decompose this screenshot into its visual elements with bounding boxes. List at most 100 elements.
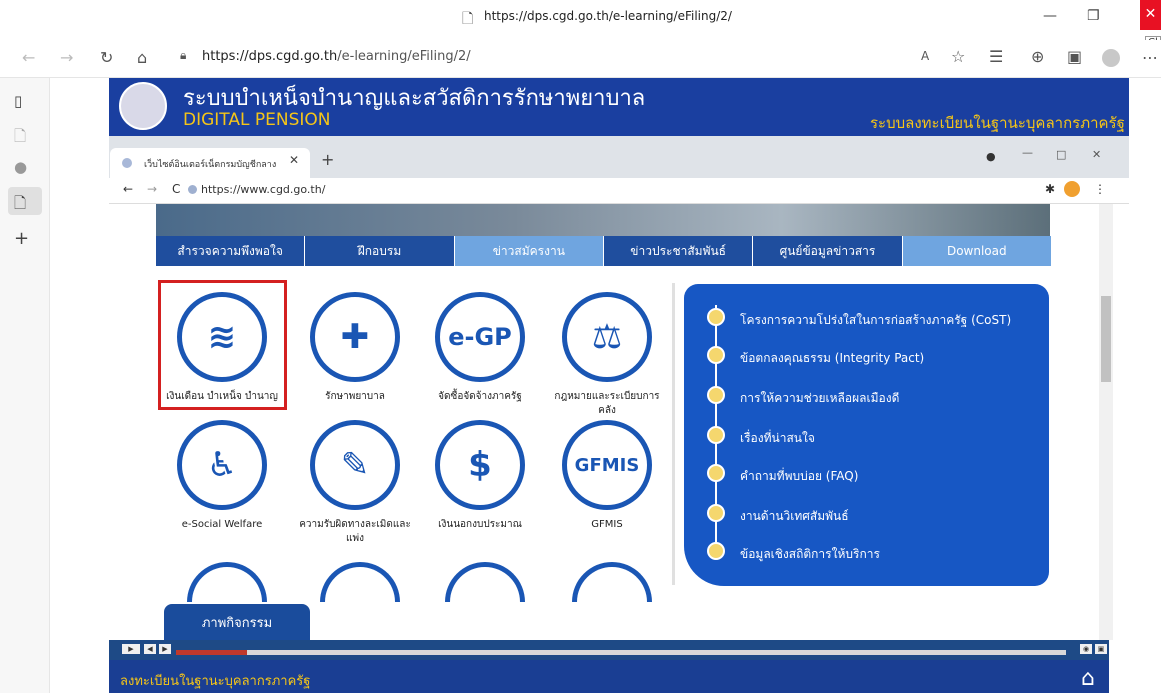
law-scale-icon: ⚖ [562, 292, 652, 382]
close-button[interactable]: ✕ [1140, 0, 1161, 30]
back-icon[interactable]: ← [22, 48, 35, 67]
budget-icon: $ [435, 420, 525, 510]
hero-image [156, 204, 1050, 236]
profile-icon[interactable] [1102, 49, 1120, 67]
next-icon[interactable]: ▶ [159, 644, 171, 654]
inner-profile-icon[interactable] [1064, 181, 1080, 197]
volume-icon[interactable]: ◉ [1080, 644, 1092, 654]
page-icon: 🗋 [462, 11, 474, 27]
more-icon[interactable]: ⋯ [1142, 48, 1158, 67]
screenshot-icon[interactable]: ▣ [1067, 47, 1082, 66]
collections-icon[interactable]: ⊕ [1031, 47, 1044, 66]
inner-forward-icon[interactable]: → [147, 182, 157, 196]
read-aloud-icon[interactable]: A [921, 49, 929, 63]
link-faq[interactable]: คำถามที่พบบ่อย (FAQ) [740, 467, 858, 486]
welfare-icon: ♿ [177, 420, 267, 510]
bullet-icon [707, 386, 725, 404]
inner-back-icon[interactable]: ← [123, 182, 133, 196]
inner-tab[interactable]: เว็บไซต์อินเตอร์เน็ตกรมบัญชีกลาง [110, 148, 310, 178]
tab-favicon-icon [122, 158, 132, 168]
service-label: ความรับผิดทางละเมิดและแพ่ง [299, 519, 411, 544]
activity-tab[interactable]: ภาพกิจกรรม [164, 604, 310, 640]
tab-actions-icon[interactable]: ▯ [14, 92, 22, 110]
bullet-icon [707, 464, 725, 482]
bullet-icon [707, 308, 725, 326]
service-budget[interactable]: $ เงินนอกงบประมาณ [420, 420, 540, 532]
active-tab-icon[interactable]: 🗋 [14, 193, 26, 218]
forward-icon[interactable]: → [60, 48, 73, 67]
cgd-logo [119, 82, 167, 130]
content-divider [672, 283, 675, 585]
inner-refresh-icon[interactable]: C [172, 182, 180, 196]
bullet-icon [707, 504, 725, 522]
service-label: กฎหมายและระเบียบการคลัง [554, 391, 660, 416]
menu-survey[interactable]: สำรวจความพึงพอใจ [156, 236, 306, 266]
address-bar[interactable]: https://dps.cgd.go.th/e-learning/eFiling… [202, 49, 471, 64]
banner-right-label: ระบบลงทะเบียนในฐานะบุคลากรภาครัฐ [870, 114, 1125, 132]
scrollbar-thumb[interactable] [1101, 296, 1111, 382]
home-icon[interactable]: ⌂ [1081, 666, 1095, 691]
bullet-icon [707, 346, 725, 364]
refresh-icon[interactable]: ↻ [100, 48, 113, 67]
service-label: e-Social Welfare [181, 519, 263, 530]
home-nav-icon[interactable]: ⌂ [137, 48, 147, 67]
progress-fill [176, 650, 248, 655]
service-egp[interactable]: e-GP จัดซื้อจัดจ้างภาครัฐ [420, 292, 540, 404]
play-icon[interactable]: ▶ [122, 644, 140, 654]
window-title: https://dps.cgd.go.th/e-learning/eFiling… [484, 9, 732, 23]
link-good-citizen[interactable]: การให้ความช่วยเหลือผลเมืองดี [740, 389, 899, 408]
service-law[interactable]: ⚖ กฎหมายและระเบียบการคลัง [547, 292, 667, 418]
service-medical[interactable]: ✚ รักษาพยาบาล [295, 292, 415, 404]
menu-info-center[interactable]: ศูนย์ข้อมูลข่าวสาร [753, 236, 903, 266]
service-welfare[interactable]: ♿ e-Social Welfare [162, 420, 282, 532]
fullscreen-icon[interactable]: ▣ [1095, 644, 1107, 654]
tab-site-icon[interactable]: ● [14, 158, 27, 176]
menu-download[interactable]: Download [902, 236, 1052, 266]
link-international[interactable]: งานด้านวิเทศสัมพันธ์ [740, 507, 849, 526]
extension-icon[interactable]: ✱ [1045, 182, 1055, 196]
bullet-icon [707, 542, 725, 560]
minimize-button[interactable]: — [1043, 8, 1057, 24]
banner-english-title: DIGITAL PENSION [183, 110, 331, 130]
inner-maximize-icon[interactable]: □ [1056, 148, 1066, 161]
inner-menu-icon[interactable]: ⋮ [1094, 182, 1106, 196]
menu-training[interactable]: ฝึกอบรม [305, 236, 455, 266]
main-menu: สำรวจความพึงพอใจ ฝึกอบรม ข่าวสมัครงาน ข่… [156, 236, 1052, 266]
service-label: เงินนอกงบประมาณ [438, 519, 522, 530]
favorites-icon[interactable]: ☰ [989, 47, 1003, 66]
service-tort[interactable]: ✎ ความรับผิดทางละเมิดและแพ่ง [295, 420, 415, 546]
inner-site-icon [188, 185, 197, 194]
tab-close-icon[interactable]: ✕ [289, 153, 299, 167]
service-label: GFMIS [591, 519, 623, 530]
inner-address-bar[interactable]: https://www.cgd.go.th/ [201, 183, 325, 196]
service-gfmis[interactable]: GFMIS GFMIS [547, 420, 667, 532]
service-label: รักษาพยาบาล [325, 391, 385, 402]
tab-page-icon[interactable]: 🗋 [14, 126, 26, 151]
progress-track[interactable] [176, 650, 1066, 655]
law-book-icon: ✎ [310, 420, 400, 510]
new-inner-tab-icon[interactable]: + [321, 150, 334, 169]
prev-icon[interactable]: ◀ [144, 644, 156, 654]
menu-jobs[interactable]: ข่าวสมัครงาน [454, 236, 604, 266]
link-interesting[interactable]: เรื่องที่น่าสนใจ [740, 429, 815, 448]
bullet-icon [707, 426, 725, 444]
link-integrity-pact[interactable]: ข้อตกลงคุณธรรม (Integrity Pact) [740, 349, 924, 368]
medical-icon: ✚ [310, 292, 400, 382]
favorite-add-icon[interactable]: ☆ [951, 47, 965, 66]
gfmis-icon: GFMIS [562, 420, 652, 510]
menu-news[interactable]: ข่าวประชาสัมพันธ์ [603, 236, 754, 266]
selected-highlight-box [158, 280, 287, 410]
lock-icon[interactable]: 🔒︎ [180, 48, 186, 63]
new-tab-icon[interactable]: + [14, 228, 29, 249]
inner-minimize-icon[interactable]: — [1022, 146, 1033, 159]
service-label: จัดซื้อจัดจ้างภาครัฐ [438, 391, 522, 402]
link-cost[interactable]: โครงการความโปร่งใสในการก่อสร้างภาครัฐ (C… [740, 311, 1011, 330]
egp-icon: e-GP [435, 292, 525, 382]
inner-close-icon[interactable]: ✕ [1092, 148, 1101, 161]
link-statistics[interactable]: ข้อมูลเชิงสถิติการให้บริการ [740, 545, 880, 564]
restore-button[interactable]: ❐ [1087, 8, 1100, 24]
inner-record-icon: ● [986, 150, 996, 163]
outer-navigation-bar [0, 40, 1161, 78]
footer-label: ลงทะเบียนในฐานะบุคลากรภาครัฐ [120, 674, 311, 689]
inner-scrollbar[interactable] [1099, 204, 1113, 640]
